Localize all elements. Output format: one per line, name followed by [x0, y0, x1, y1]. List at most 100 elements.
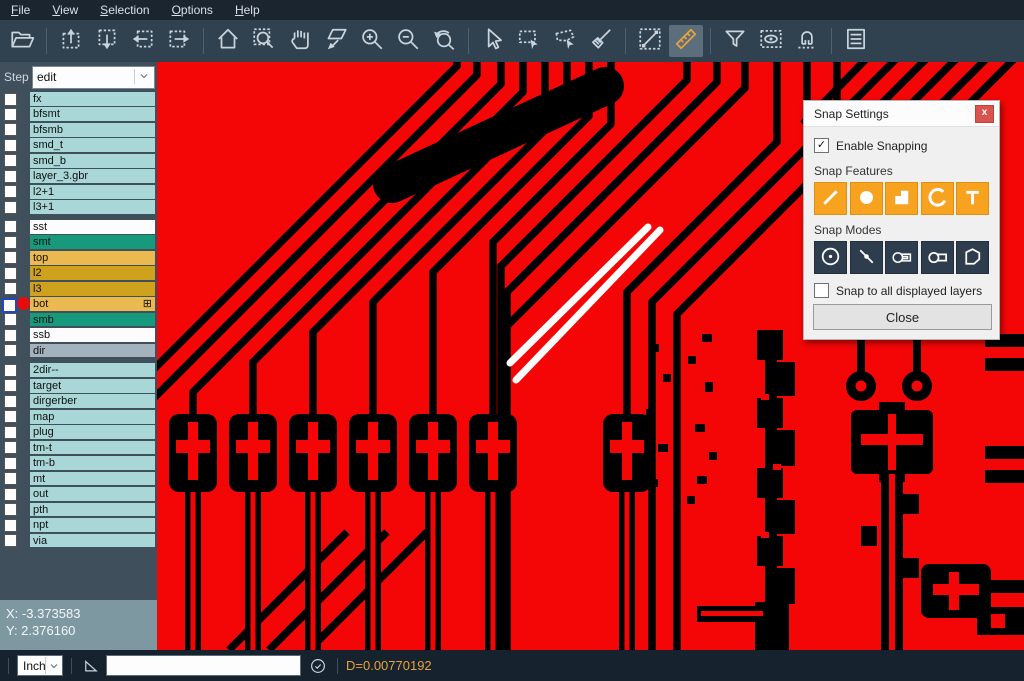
menu-item-view[interactable]: View	[41, 0, 89, 20]
layer-visibility-checkbox[interactable]	[4, 139, 17, 152]
report-form-button[interactable]	[839, 25, 873, 57]
menu-item-file[interactable]: File	[0, 0, 41, 20]
snap-slot-button[interactable]	[921, 241, 954, 274]
layer-visibility-checkbox[interactable]	[4, 201, 17, 214]
enable-snapping-checkbox[interactable]: ✓	[814, 138, 829, 153]
command-input[interactable]	[106, 655, 301, 676]
layer-row-smt[interactable]: smt	[0, 235, 157, 249]
layer-visibility-checkbox[interactable]	[4, 426, 17, 439]
layer-visibility-checkbox[interactable]	[4, 441, 17, 454]
layer-visibility-checkbox[interactable]	[4, 93, 17, 106]
menu-item-help[interactable]: Help	[224, 0, 271, 20]
layer-row-ssb[interactable]: ssb	[0, 328, 157, 342]
layer-name-cell[interactable]: ssb	[30, 328, 155, 342]
layer-visibility-checkbox[interactable]	[4, 395, 17, 408]
layer-row-smd_t[interactable]: smd_t	[0, 138, 157, 152]
select-pointer-button[interactable]	[476, 25, 510, 57]
layer-name-cell[interactable]: sst	[30, 220, 155, 234]
pan-right-button[interactable]	[162, 25, 196, 57]
layer-name-cell[interactable]: bfsmb	[30, 123, 155, 137]
open-folder-button[interactable]	[5, 25, 39, 57]
layer-name-cell[interactable]: bot⊞	[30, 297, 155, 311]
layer-row-plug[interactable]: plug	[0, 425, 157, 439]
layer-visibility-checkbox[interactable]	[4, 108, 17, 121]
layer-row-out[interactable]: out	[0, 487, 157, 501]
layer-name-cell[interactable]: map	[30, 410, 155, 424]
layer-visibility-checkbox[interactable]	[4, 344, 17, 357]
snap-text-button[interactable]	[956, 182, 989, 215]
layer-visibility-checkbox[interactable]	[4, 503, 17, 516]
grid-icon[interactable]: ⊞	[143, 299, 152, 309]
layer-row-bfsmt[interactable]: bfsmt	[0, 107, 157, 121]
zoom-window-button[interactable]	[247, 25, 281, 57]
show-eye-button[interactable]	[754, 25, 788, 57]
snap-line-button[interactable]	[814, 182, 847, 215]
layer-row-l3+1[interactable]: l3+1	[0, 200, 157, 214]
snap-center-button[interactable]	[814, 241, 847, 274]
pan-hand-button[interactable]	[283, 25, 317, 57]
chevron-down-icon[interactable]	[45, 657, 61, 674]
layer-name-cell[interactable]: pth	[30, 503, 155, 517]
layer-name-cell[interactable]: out	[30, 487, 155, 501]
layer-row-2dir--[interactable]: 2dir--	[0, 363, 157, 377]
layer-row-l2+1[interactable]: l2+1	[0, 185, 157, 199]
zoom-previous-button[interactable]	[427, 25, 461, 57]
layer-row-dir[interactable]: dir	[0, 344, 157, 358]
snap-slot-outline-button[interactable]	[885, 241, 918, 274]
home-button[interactable]	[211, 25, 245, 57]
layer-row-top[interactable]: top	[0, 251, 157, 265]
layer-name-cell[interactable]: smt	[30, 235, 155, 249]
layer-visibility-checkbox[interactable]	[4, 154, 17, 167]
layer-name-cell[interactable]: l3+1	[30, 200, 155, 214]
measure-ruler-button[interactable]	[669, 25, 703, 57]
layer-row-bfsmb[interactable]: bfsmb	[0, 123, 157, 137]
layer-name-cell[interactable]: smd_t	[30, 138, 155, 152]
layer-visibility-checkbox[interactable]	[4, 170, 17, 183]
chevron-down-icon[interactable]	[134, 69, 152, 84]
layer-visibility-checkbox[interactable]	[4, 472, 17, 485]
layer-row-pth[interactable]: pth	[0, 503, 157, 517]
zoom-in-button[interactable]	[355, 25, 389, 57]
layer-name-cell[interactable]: bfsmt	[30, 107, 155, 121]
layer-row-target[interactable]: target	[0, 379, 157, 393]
clear-brush-button[interactable]	[584, 25, 618, 57]
layer-name-cell[interactable]: fx	[30, 92, 155, 106]
layer-row-tm-t[interactable]: tm-t	[0, 441, 157, 455]
layer-name-cell[interactable]: l2	[30, 266, 155, 280]
close-icon[interactable]: x	[975, 105, 994, 123]
snap-surface-button[interactable]	[885, 182, 918, 215]
layer-row-l2[interactable]: l2	[0, 266, 157, 280]
select-rectangle-button[interactable]	[512, 25, 546, 57]
pan-down-button[interactable]	[90, 25, 124, 57]
layer-visibility-checkbox[interactable]	[4, 534, 17, 547]
close-button[interactable]: Close	[813, 304, 992, 330]
circle-check-icon[interactable]	[307, 655, 329, 677]
layer-row-smb[interactable]: smb	[0, 313, 157, 327]
layer-name-cell[interactable]: smb	[30, 313, 155, 327]
layer-name-cell[interactable]: via	[30, 534, 155, 548]
layer-name-cell[interactable]: npt	[30, 518, 155, 532]
layer-visibility-checkbox[interactable]	[4, 379, 17, 392]
snap-midpoint-button[interactable]	[850, 241, 883, 274]
layer-visibility-checkbox[interactable]	[4, 123, 17, 136]
layer-visibility-checkbox[interactable]	[4, 185, 17, 198]
layer-row-via[interactable]: via	[0, 534, 157, 548]
snap-magnet-button[interactable]	[790, 25, 824, 57]
step-select[interactable]: edit	[32, 66, 155, 89]
layer-row-fx[interactable]: fx	[0, 92, 157, 106]
layer-row-l3[interactable]: l3	[0, 282, 157, 296]
layer-visibility-checkbox[interactable]	[2, 298, 17, 313]
layer-name-cell[interactable]: l3	[30, 282, 155, 296]
pan-left-button[interactable]	[126, 25, 160, 57]
layer-row-dirgerber[interactable]: dirgerber	[0, 394, 157, 408]
layer-name-cell[interactable]: smd_b	[30, 154, 155, 168]
layer-visibility-checkbox[interactable]	[4, 251, 17, 264]
filter-button[interactable]	[718, 25, 752, 57]
layer-visibility-checkbox[interactable]	[4, 282, 17, 295]
layer-row-smd_b[interactable]: smd_b	[0, 154, 157, 168]
layer-name-cell[interactable]: tm-b	[30, 456, 155, 470]
zoom-out-button[interactable]	[391, 25, 425, 57]
units-select[interactable]: Inch	[17, 655, 63, 676]
layer-visibility-checkbox[interactable]	[4, 236, 17, 249]
menu-item-options[interactable]: Options	[161, 0, 224, 20]
